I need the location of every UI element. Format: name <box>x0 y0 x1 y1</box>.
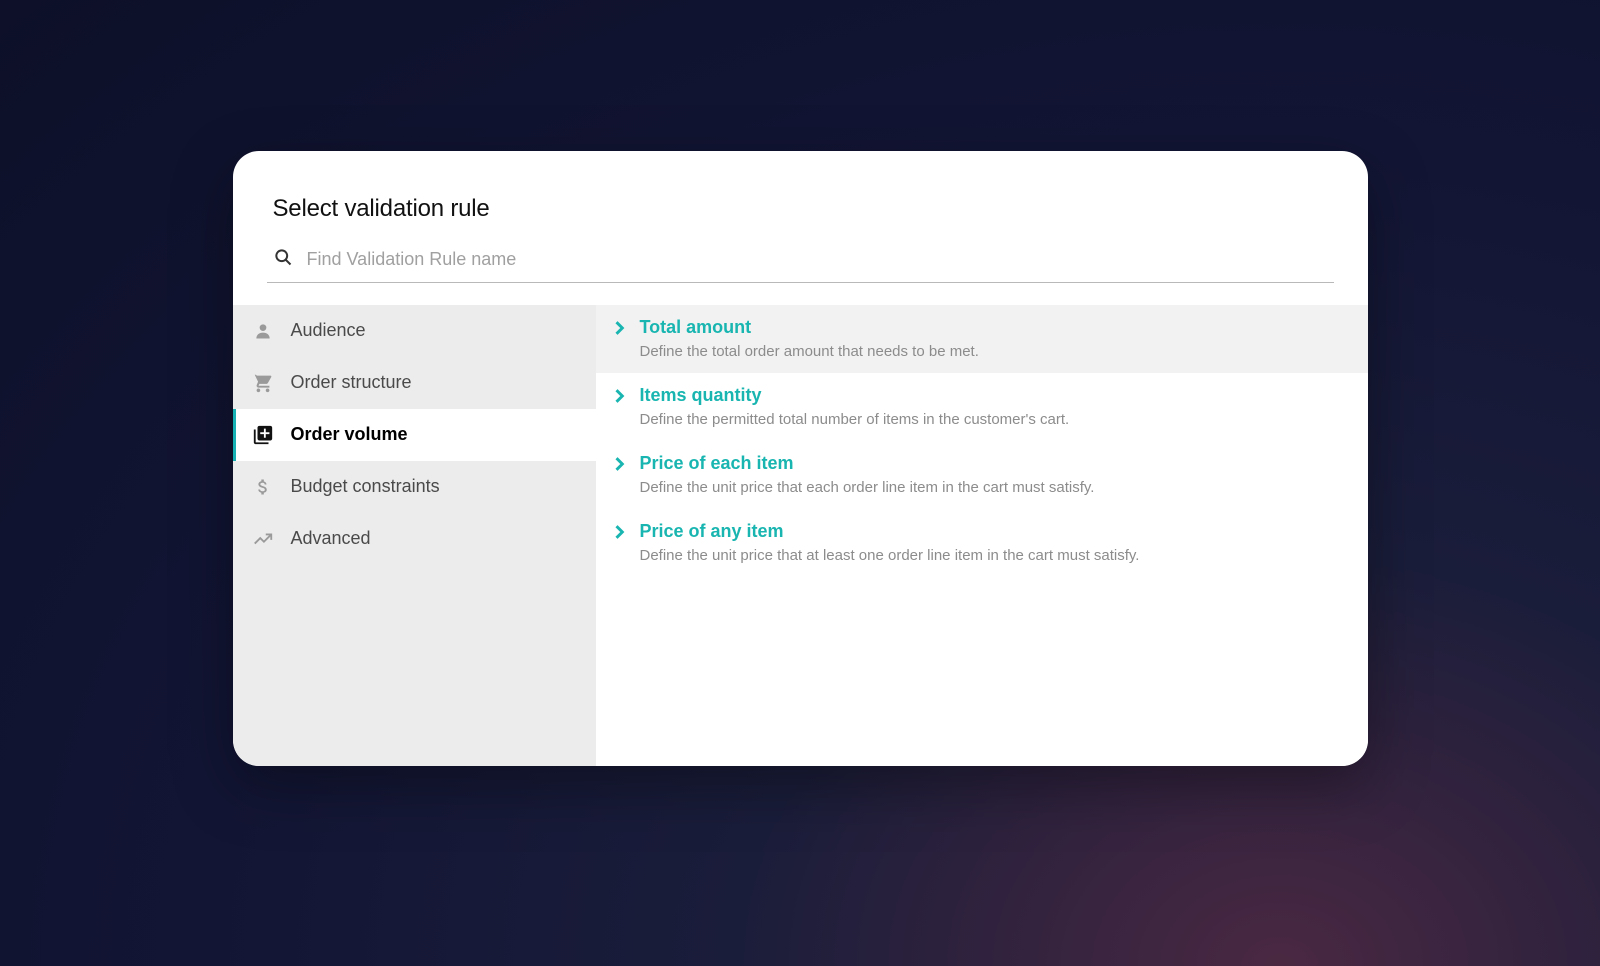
rule-text: Items quantity Define the permitted tota… <box>640 385 1070 428</box>
rule-item-items-quantity[interactable]: Items quantity Define the permitted tota… <box>596 373 1368 441</box>
rule-desc: Define the permitted total number of ite… <box>640 411 1070 428</box>
modal-body: Audience Order structure Order volume <box>233 305 1368 766</box>
validation-rule-modal: Select validation rule Audience <box>233 151 1368 766</box>
cart-icon <box>251 371 275 395</box>
search-icon <box>273 247 293 272</box>
rule-title: Items quantity <box>640 385 1070 406</box>
search-input[interactable] <box>307 249 1334 270</box>
sidebar-item-label: Budget constraints <box>291 476 440 497</box>
rule-text: Total amount Define the total order amou… <box>640 317 979 360</box>
sidebar-item-label: Order structure <box>291 372 412 393</box>
rule-desc: Define the unit price that each order li… <box>640 479 1095 496</box>
rule-desc: Define the unit price that at least one … <box>640 547 1140 564</box>
sidebar-item-advanced[interactable]: Advanced <box>233 513 596 565</box>
rule-item-price-any[interactable]: Price of any item Define the unit price … <box>596 509 1368 577</box>
person-icon <box>251 319 275 343</box>
rule-title: Total amount <box>640 317 979 338</box>
rule-item-total-amount[interactable]: Total amount Define the total order amou… <box>596 305 1368 373</box>
sidebar-item-label: Advanced <box>291 528 371 549</box>
chevron-right-icon <box>614 457 626 476</box>
sidebar-item-label: Order volume <box>291 424 408 445</box>
sidebar-item-budget-constraints[interactable]: Budget constraints <box>233 461 596 513</box>
chart-line-icon <box>251 527 275 551</box>
chevron-right-icon <box>614 321 626 340</box>
modal-title: Select validation rule <box>273 195 1328 223</box>
modal-header: Select validation rule <box>233 151 1368 223</box>
add-to-queue-icon <box>251 423 275 447</box>
rule-desc: Define the total order amount that needs… <box>640 343 979 360</box>
search-row <box>267 247 1334 283</box>
sidebar-item-label: Audience <box>291 320 366 341</box>
rules-list: Total amount Define the total order amou… <box>596 305 1368 766</box>
rule-item-price-each[interactable]: Price of each item Define the unit price… <box>596 441 1368 509</box>
sidebar: Audience Order structure Order volume <box>233 305 596 766</box>
chevron-right-icon <box>614 525 626 544</box>
dollar-icon <box>251 475 275 499</box>
rule-title: Price of each item <box>640 453 1095 474</box>
chevron-right-icon <box>614 389 626 408</box>
rule-text: Price of each item Define the unit price… <box>640 453 1095 496</box>
sidebar-item-order-volume[interactable]: Order volume <box>233 409 596 461</box>
sidebar-item-order-structure[interactable]: Order structure <box>233 357 596 409</box>
sidebar-item-audience[interactable]: Audience <box>233 305 596 357</box>
rule-title: Price of any item <box>640 521 1140 542</box>
rule-text: Price of any item Define the unit price … <box>640 521 1140 564</box>
